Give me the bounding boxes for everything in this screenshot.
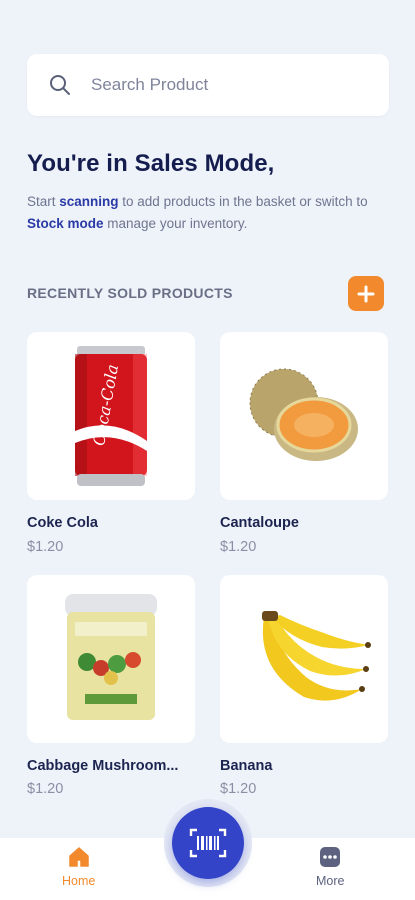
mode-description: Start scanning to add products in the ba… [27,194,368,231]
nav-more[interactable]: More [316,846,344,888]
product-name: Cantaloupe [220,515,299,531]
search-icon [50,75,70,95]
stock-mode-link[interactable]: Stock mode [27,216,104,231]
plus-icon [357,285,375,302]
product-card[interactable]: Coca-Cola [27,332,195,500]
nav-more-label: More [316,874,345,888]
barcode-scan-icon [189,828,227,858]
search-input[interactable] [91,75,341,95]
product-price: $1.20 [220,539,257,555]
product-name: Banana [220,758,273,774]
product-price: $1.20 [27,781,64,797]
product-card[interactable] [220,575,388,743]
scan-barcode-button[interactable] [172,807,244,879]
product-name: Coke Cola [27,515,98,531]
more-icon [320,847,341,867]
section-title: RECENTLY SOLD PRODUCTS [27,285,233,301]
product-name: Cabbage Mushroom... [27,758,179,774]
page-title: You're in Sales Mode, [27,150,275,177]
banana-image [262,611,371,701]
product-card[interactable] [220,332,388,500]
scanning-link[interactable]: scanning [59,194,118,209]
product-card[interactable] [27,575,195,743]
canned-food-image [65,594,157,720]
add-product-button[interactable] [348,276,384,311]
nav-home-label: Home [62,874,96,888]
search-bar[interactable] [27,54,389,116]
nav-home[interactable]: Home [62,846,95,888]
cantaloupe-image [249,368,358,461]
product-price: $1.20 [27,539,64,555]
product-price: $1.20 [220,781,257,797]
coke-can-image: Coca-Cola [75,346,147,486]
home-icon [68,847,89,867]
